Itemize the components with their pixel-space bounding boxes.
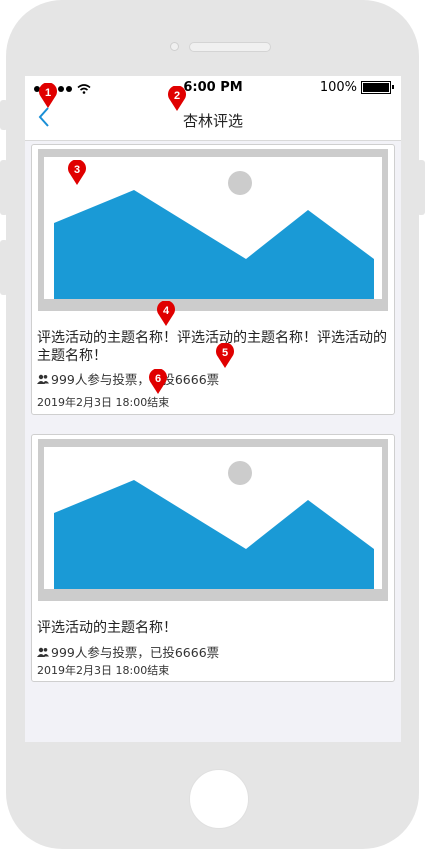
vote-summary: 999人参与投票，已投6666票 <box>37 369 219 388</box>
activity-title: 评选活动的主题名称！评选活动的主题名称！评选活动的主题名称！ <box>37 330 387 364</box>
annotation-marker-6: 6 <box>148 369 168 394</box>
marker-label: 3 <box>74 164 80 176</box>
activity-title: 评选活动的主题名称！ <box>37 620 177 636</box>
landscape-image-icon <box>54 461 374 589</box>
vote-count-text: 999人参与投票，已投6666票 <box>51 372 220 387</box>
battery-status: 100% <box>319 80 394 95</box>
annotation-marker-3: 3 <box>67 160 87 185</box>
annotation-marker-5: 5 <box>215 343 235 368</box>
marker-label: 4 <box>163 305 170 317</box>
power-button[interactable] <box>417 160 425 215</box>
annotation-marker-4: 4 <box>156 301 176 326</box>
annotation-marker-1: 1 <box>38 83 58 108</box>
front-camera <box>170 42 179 51</box>
users-icon <box>37 374 49 384</box>
marker-label: 5 <box>222 347 228 359</box>
activity-image-placeholder <box>38 149 388 311</box>
activity-image-placeholder <box>38 439 388 601</box>
vote-summary: 999人参与投票，已投6666票 <box>37 642 219 661</box>
landscape-image-icon <box>54 171 374 299</box>
battery-percent: 100% <box>319 80 357 95</box>
marker-label: 2 <box>174 90 180 102</box>
navigation-bar: 杏林评选 <box>25 100 401 141</box>
users-icon <box>37 647 49 657</box>
status-bar: 6:00 PM 100% <box>25 76 401 100</box>
home-button[interactable] <box>189 769 249 829</box>
volume-down-button[interactable] <box>0 240 8 295</box>
annotation-marker-2: 2 <box>167 86 187 111</box>
volume-up-button[interactable] <box>0 160 8 215</box>
mute-switch[interactable] <box>0 100 8 130</box>
marker-label: 1 <box>45 87 51 99</box>
page-title: 杏林评选 <box>182 112 243 130</box>
vote-count-text: 999人参与投票，已投6666票 <box>51 645 220 660</box>
vote-activity-card[interactable]: 评选活动的主题名称！ 999人参与投票，已投6666票 2019年2月3日 18… <box>31 434 395 682</box>
speaker-grille <box>189 42 271 52</box>
marker-label: 6 <box>155 373 161 385</box>
activity-end-date: 2019年2月3日 18:00结束 <box>37 664 170 677</box>
battery-icon <box>361 81 394 94</box>
activity-end-date: 2019年2月3日 18:00结束 <box>37 396 170 409</box>
